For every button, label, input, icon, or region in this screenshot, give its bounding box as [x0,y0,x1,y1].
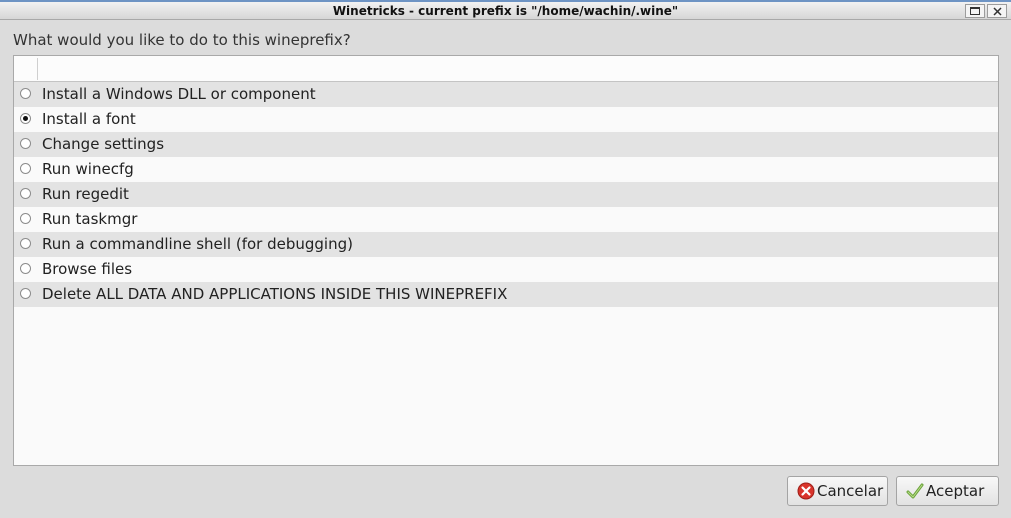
list-header [14,56,998,82]
radio-button[interactable] [20,163,31,174]
option-label: Delete ALL DATA AND APPLICATIONS INSIDE … [42,285,508,303]
close-icon [992,6,1002,16]
maximize-button[interactable] [965,4,985,18]
radio-button[interactable] [20,138,31,149]
cancel-button-label: Cancelar [817,482,884,500]
title-bar[interactable]: Winetricks - current prefix is "/home/wa… [0,0,1011,20]
option-label: Install a Windows DLL or component [42,85,316,103]
cancel-button[interactable]: Cancelar [787,476,888,506]
radio-button[interactable] [20,263,31,274]
prompt-question: What would you like to do to this winepr… [13,31,351,49]
option-row-run-winecfg[interactable]: Run winecfg [14,157,998,182]
radio-button[interactable] [20,288,31,299]
radio-button[interactable] [20,238,31,249]
window-title: Winetricks - current prefix is "/home/wa… [332,4,679,18]
accept-button-label: Aceptar [926,482,985,500]
option-row-install-dll[interactable]: Install a Windows DLL or component [14,82,998,107]
option-row-run-shell[interactable]: Run a commandline shell (for debugging) [14,232,998,257]
checkmark-icon [906,482,924,500]
option-row-browse-files[interactable]: Browse files [14,257,998,282]
option-label: Change settings [42,135,165,153]
option-row-install-font[interactable]: Install a font [14,107,998,132]
radio-button[interactable] [20,88,31,99]
close-button[interactable] [987,4,1007,18]
radio-button[interactable] [20,188,31,199]
winetricks-window: Winetricks - current prefix is "/home/wa… [0,0,1011,518]
option-label: Install a font [42,110,136,128]
cancel-icon [797,482,815,500]
option-row-run-regedit[interactable]: Run regedit [14,182,998,207]
option-label: Browse files [42,260,133,278]
options-list: Install a Windows DLL or component Insta… [13,55,999,466]
radio-button[interactable] [20,113,31,124]
option-label: Run winecfg [42,160,134,178]
option-label: Run a commandline shell (for debugging) [42,235,353,253]
maximize-icon [970,7,980,15]
option-row-run-taskmgr[interactable]: Run taskmgr [14,207,998,232]
radio-button[interactable] [20,213,31,224]
option-row-delete-prefix[interactable]: Delete ALL DATA AND APPLICATIONS INSIDE … [14,282,998,307]
accept-button[interactable]: Aceptar [896,476,999,506]
option-row-change-settings[interactable]: Change settings [14,132,998,157]
option-label: Run taskmgr [42,210,138,228]
option-label: Run regedit [42,185,129,203]
column-separator[interactable] [37,58,38,80]
